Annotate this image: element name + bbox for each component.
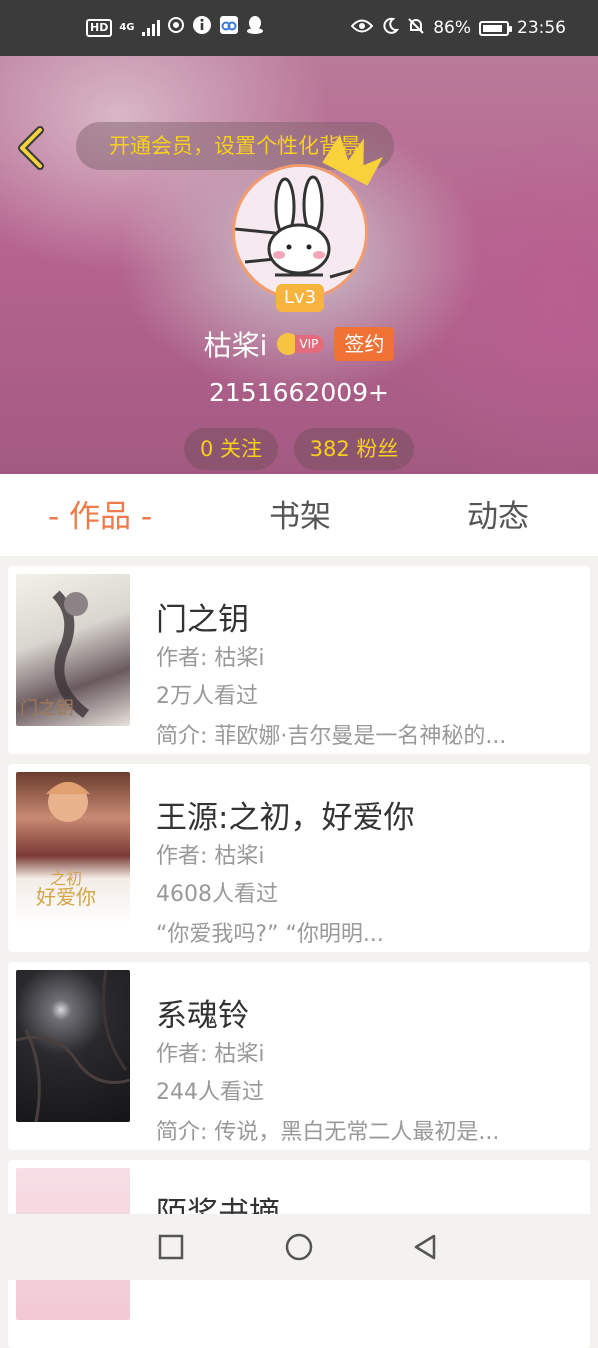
list-item[interactable]: 系魂铃 作者: 枯桨i 244人看过 简介: 传说，黑白无常二人最初是... [8,962,590,1150]
eye-icon [350,18,374,39]
signed-badge: 签约 [334,327,395,361]
cloud-app-icon [219,15,239,41]
book-cover: 门之钥 [16,574,130,726]
work-views: 2万人看过 [156,684,258,709]
home-button[interactable] [284,1232,314,1262]
profile-header: 开通会员，设置个性化背景 Lv3 枯桨i VIP 签约 2151662009+ … [0,56,598,474]
square-icon [158,1234,184,1260]
work-desc: 简介: 传说，黑白无常二人最初是... [156,1120,500,1145]
name-row: 枯桨i VIP 签约 [0,324,598,364]
battery-percent: 86% [433,18,471,38]
tab-works[interactable]: - 作品 - [0,474,200,556]
tab-bar: - 作品 - 书架 动态 [0,474,598,556]
work-views: 4608人看过 [156,882,278,907]
info-icon [192,15,212,41]
work-title: 门之钥 [156,602,249,638]
work-author: 作者: 枯桨i [156,646,265,671]
work-desc: “你爱我吗?” “你明明... [156,922,384,947]
tab-activity[interactable]: 动态 [398,474,598,556]
battery-icon [479,20,512,36]
status-bar: HD 4G 86% 23:56 [0,0,598,56]
status-left-icons: HD 4G [86,14,264,42]
tab-bookshelf[interactable]: 书架 [200,474,400,556]
fans-button[interactable]: 382 粉丝 [294,428,414,470]
app-swirl-icon [167,16,185,40]
work-views: 244人看过 [156,1080,264,1105]
level-badge: Lv3 [276,284,324,312]
user-id: 2151662009+ [208,378,389,407]
work-author: 作者: 枯桨i [156,844,265,869]
svg-text:门之钥: 门之钥 [20,698,74,719]
circle-icon [285,1233,313,1261]
svg-text:好爱你: 好爱你 [36,885,96,909]
vip-label: VIP [295,335,325,353]
following-button[interactable]: 0 关注 [184,428,278,470]
vip-badge: VIP [277,333,325,355]
work-title: 系魂铃 [156,998,249,1034]
moon-icon [381,17,400,40]
work-title: 王源:之初，好爱你 [156,800,415,836]
work-author: 作者: 枯桨i [156,1042,265,1067]
system-nav-bar [0,1214,598,1280]
back-nav-button[interactable] [410,1232,440,1262]
book-cover [16,970,130,1122]
clock: 23:56 [517,18,566,38]
back-button[interactable] [14,126,50,170]
status-right: 86% 23:56 [350,14,566,42]
crown-icon [318,132,388,192]
list-item[interactable]: 好爱你 之初 王源:之初，好爱你 作者: 枯桨i 4608人看过 “你爱我吗?”… [8,764,590,952]
list-item[interactable]: 门之钥 门之钥 作者: 枯桨i 2万人看过 简介: 菲欧娜·吉尔曼是一名神秘的.… [8,566,590,754]
triangle-back-icon [414,1234,436,1260]
svg-text:之初: 之初 [50,869,82,888]
hd-icon: HD [86,19,113,37]
signal-icon [141,20,160,36]
network-type: 4G [119,22,135,33]
chevron-left-icon [18,126,44,170]
recent-apps-button[interactable] [156,1232,186,1262]
work-desc: 简介: 菲欧娜·吉尔曼是一名神秘的... [156,724,507,749]
qq-icon [246,15,264,41]
mute-bell-icon [407,17,425,40]
username: 枯桨i [203,329,268,362]
book-cover: 好爱你 之初 [16,772,130,924]
